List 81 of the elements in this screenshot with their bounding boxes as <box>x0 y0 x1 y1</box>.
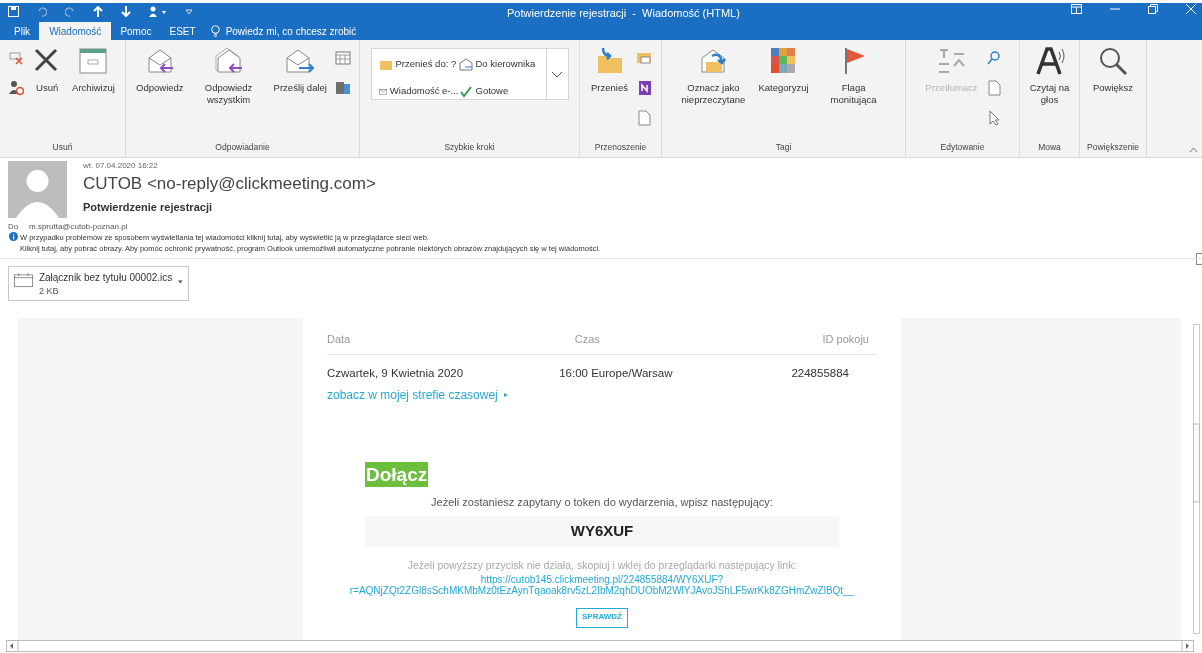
collapse-ribbon-icon[interactable] <box>1189 147 1198 153</box>
ribbon-button[interactable]: Oznacz jako nieprzeczytane <box>676 46 751 106</box>
expand-icon[interactable] <box>1196 253 1202 265</box>
window-title: Potwierdzenie rejestracji - Wiadomość (HTML) <box>507 6 740 21</box>
customize-icon[interactable] <box>185 7 193 16</box>
group-label: Mowa <box>1037 141 1062 154</box>
quick-step[interactable]: Gotowe <box>475 83 509 99</box>
table-cell-text: 224855884 <box>791 365 850 381</box>
table-cell-text: Czwartek, 9 Kwietnia 2020 <box>327 365 465 381</box>
group-label: Edytowanie <box>939 141 986 154</box>
group-label: Przenoszenie <box>593 141 648 154</box>
vertical-scrollbar[interactable] <box>1193 324 1200 634</box>
dropdown-icon[interactable] <box>178 280 183 284</box>
document-icon[interactable] <box>985 80 1002 96</box>
group-label: Usuń <box>51 141 74 154</box>
quick-step[interactable]: Przenieś do: ? <box>395 56 457 72</box>
ribbon-button[interactable]: Archiwizuj <box>70 46 117 94</box>
group-label: Odpowiadanie <box>214 141 271 154</box>
recipient[interactable]: m.sprutta@cutob-poznan.pl <box>29 221 128 233</box>
ribbon-button[interactable]: Przenieś <box>589 46 630 94</box>
group-label: Tagi <box>774 141 793 154</box>
search-icon[interactable] <box>985 50 1002 66</box>
quick-step[interactable]: Wiadomość e-... <box>389 83 459 99</box>
ribbon-button[interactable]: Odpowiedz <box>134 46 186 94</box>
message-subject: Potwierdzenie rejestracji <box>83 200 212 215</box>
person-icon[interactable] <box>149 6 167 17</box>
up-arrow-icon[interactable] <box>93 6 103 17</box>
sent-date: wt. 07.04.2020 16:22 <box>83 160 158 172</box>
to-label: Do <box>8 221 19 233</box>
attachment-chip[interactable]: Załącznik bez tytułu 00002.ics 2 KB <box>8 266 189 301</box>
attachment-name: Załącznik bez tytułu 00002.ics <box>38 271 173 285</box>
ribbon-button[interactable]: Kategoryzuj <box>756 46 811 94</box>
avatar-icon <box>8 161 67 218</box>
tell-me-search[interactable]: Powiedz mi, co chcesz zrobić <box>225 23 357 39</box>
group-label: Powiększenie <box>1086 141 1140 154</box>
down-arrow-icon[interactable] <box>121 6 131 17</box>
block-person-icon[interactable] <box>8 80 25 96</box>
ribbon-icon[interactable] <box>213 46 244 76</box>
document-icon[interactable] <box>636 110 652 126</box>
column-header: Czas <box>574 332 601 347</box>
calendar-icon <box>14 271 33 289</box>
ribbon-button[interactable]: Flaga monitująca <box>816 46 891 106</box>
ribbon-tab[interactable]: Wiadomość <box>39 22 112 40</box>
checkmark-icon[interactable] <box>458 84 473 98</box>
flag-cross-icon[interactable] <box>8 50 25 66</box>
sender-name[interactable]: CUTOB <no-reply@clickmeeting.com> <box>83 171 376 197</box>
column-header: Data <box>327 332 352 347</box>
table-cell-text: 16:00 Europe/Warsaw <box>559 365 674 381</box>
meeting-icon[interactable] <box>334 50 351 66</box>
restore-icon[interactable] <box>1148 4 1158 14</box>
undo-icon[interactable] <box>37 6 47 17</box>
arrow-icon: ▸ <box>503 388 508 401</box>
column-header: ID pokoju <box>822 332 870 347</box>
attachment-size: 2 KB <box>38 285 60 298</box>
ribbon-tab[interactable]: ESET <box>160 22 205 40</box>
ribbon-button[interactable]: Odpowiedz wszystkim <box>191 46 266 106</box>
chevron-down-icon[interactable] <box>551 70 563 78</box>
info-icon <box>9 232 18 241</box>
group-label: Szybkie kroki <box>443 141 496 154</box>
close-icon[interactable] <box>1186 4 1196 14</box>
ribbon-tab[interactable]: Plik <box>5 22 40 40</box>
folder-mail-icon[interactable] <box>636 50 652 66</box>
forward-mail-icon[interactable] <box>458 57 473 71</box>
horizontal-scrollbar[interactable] <box>6 640 1194 652</box>
call-icon[interactable] <box>334 80 351 96</box>
ribbon-icon[interactable] <box>1098 46 1128 76</box>
save-icon[interactable] <box>8 6 19 17</box>
ribbon-button[interactable]: Czytaj na głos <box>1024 46 1075 106</box>
ribbon-button[interactable]: Prześlij dalej <box>271 46 329 94</box>
quick-step[interactable]: Do kierownika <box>475 56 536 72</box>
token-prompt: Jeżeli zostaniesz zapytany o token do wydarzenia, wpisz następujący: <box>430 494 774 510</box>
fallback-text: Jeżeli powyższy przycisk nie działa, skopiuj i wklej do przeglądarki następujący link: <box>406 557 798 573</box>
ribbon-button[interactable]: Usuń <box>30 46 65 94</box>
ribbon-icon[interactable] <box>1034 46 1065 76</box>
notebook-icon[interactable] <box>636 80 652 96</box>
lightbulb-icon[interactable] <box>210 25 220 37</box>
token-code: WY6XUF <box>365 516 839 547</box>
ribbon-display-icon[interactable] <box>1071 4 1082 14</box>
ribbon-button[interactable]: Powiększ <box>1090 46 1136 94</box>
ribbon-tab[interactable]: Pomoc <box>111 22 161 40</box>
redo-icon[interactable] <box>65 6 75 17</box>
